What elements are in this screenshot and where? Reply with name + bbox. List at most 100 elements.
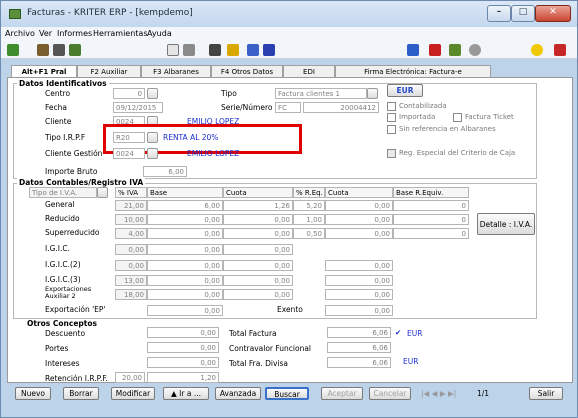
intereses-field[interactable]: 0,00: [147, 357, 219, 368]
preview-icon[interactable]: [167, 44, 179, 56]
tab-albaranes[interactable]: F3 Albaranes: [141, 65, 211, 77]
minimize-button[interactable]: –: [487, 5, 511, 22]
maximize-button[interactable]: □: [511, 5, 535, 22]
tab-edi[interactable]: EDI: [283, 65, 335, 77]
iva-cuota-req-cell[interactable]: 0,00: [325, 260, 393, 271]
descuento-field[interactable]: 0,00: [147, 327, 219, 338]
iva-pct-cell[interactable]: 13,00: [115, 275, 147, 286]
total-factura-field[interactable]: 6,06: [327, 327, 391, 338]
help-icon[interactable]: [531, 44, 543, 56]
menu-ayuda[interactable]: Ayuda: [147, 29, 172, 38]
iva-base-requiv-cell[interactable]: 0: [393, 228, 469, 239]
iva-base-requiv-cell[interactable]: 0: [393, 214, 469, 225]
importe-bruto-field[interactable]: 6,00: [143, 166, 187, 177]
iva-cuota-req-cell[interactable]: 0,00: [325, 228, 393, 239]
iva-cuota-req-cell[interactable]: 0,00: [325, 214, 393, 225]
iva-pct-cell[interactable]: 18,00: [115, 289, 147, 300]
iva-base-requiv-cell[interactable]: 0: [393, 200, 469, 211]
iva-cuota-cell[interactable]: 0,00: [223, 275, 293, 286]
iva-cuota-cell[interactable]: 1,26: [223, 200, 293, 211]
print-icon[interactable]: [183, 44, 195, 56]
spellcheck-icon[interactable]: [263, 44, 275, 56]
centro-lookup-button[interactable]: [147, 88, 158, 99]
tipo-dropdown-icon[interactable]: [367, 88, 378, 99]
iva-cuota-req-cell[interactable]: 0,00: [325, 200, 393, 211]
iva-cuota-cell[interactable]: 0,00: [223, 289, 293, 300]
reg-especial-checkbox[interactable]: [387, 149, 396, 158]
iva-cuota-cell[interactable]: 0,00: [223, 228, 293, 239]
iva-base-cell[interactable]: 0,00: [147, 260, 223, 271]
tipo-iva-select[interactable]: Tipo de I.V.A.: [29, 187, 97, 198]
buscar-button[interactable]: Buscar: [265, 387, 309, 400]
iva-req-cell[interactable]: 0,50: [293, 228, 325, 239]
retencion-value-field[interactable]: 1,20: [147, 372, 219, 383]
windows-icon[interactable]: [407, 44, 419, 56]
menu-herramientas[interactable]: Herramientas: [93, 29, 148, 38]
menu-archivo[interactable]: Archivo: [5, 29, 35, 38]
iva-base-cell[interactable]: 0,00: [147, 289, 223, 300]
iva-pct-cell[interactable]: 0,00: [115, 244, 147, 255]
iva-base-cell[interactable]: 0,00: [147, 244, 223, 255]
total-divisa-field[interactable]: 6,06: [327, 357, 391, 368]
iva-base-cell[interactable]: 0,00: [147, 305, 223, 316]
iva-cuota-cell[interactable]: 0,00: [223, 244, 293, 255]
iva-base-cell[interactable]: 0,00: [147, 214, 223, 225]
ir-a-button[interactable]: ▲ Ir a ...: [163, 387, 209, 400]
importada-checkbox[interactable]: [387, 113, 396, 122]
detalle-iva-button[interactable]: Detalle : I.V.A.: [477, 213, 535, 235]
tab-firma-electronica[interactable]: Firma Electrónica: Factura-e: [335, 65, 491, 77]
contravalor-field[interactable]: 6,06: [327, 342, 391, 353]
sin-referencia-checkbox[interactable]: [387, 125, 396, 134]
refresh-icon[interactable]: [7, 44, 19, 56]
avanzada-button[interactable]: Avanzada: [215, 387, 261, 400]
iva-req-cell[interactable]: 5,20: [293, 200, 325, 211]
cut-icon[interactable]: [53, 44, 65, 56]
serie-field[interactable]: FC: [275, 102, 301, 113]
fecha-field[interactable]: 09/12/2015: [113, 102, 163, 113]
cancelar-button[interactable]: Cancelar: [369, 387, 411, 400]
tab-auxiliar[interactable]: F2 Auxiliar: [77, 65, 141, 77]
tipo-select[interactable]: Factura clientes 1: [275, 88, 367, 99]
tipo-iva-dropdown-icon[interactable]: [97, 187, 108, 198]
close-button[interactable]: ✕: [535, 5, 571, 22]
nuevo-button[interactable]: Nuevo: [15, 387, 51, 400]
tools-icon[interactable]: [37, 44, 49, 56]
iva-pct-cell[interactable]: 21,00: [115, 200, 147, 211]
cliente-gestion-code-field[interactable]: 0024: [113, 148, 145, 159]
edit-icon[interactable]: [69, 44, 81, 56]
centro-field[interactable]: 0: [113, 88, 145, 99]
salir-button[interactable]: Salir: [529, 387, 563, 400]
menu-ver[interactable]: Ver: [39, 29, 52, 38]
iva-pct-cell[interactable]: 0,00: [115, 260, 147, 271]
numero-field[interactable]: 20004412: [303, 102, 379, 113]
exit-icon[interactable]: [554, 44, 566, 56]
record-navigator-icon[interactable]: |◀ ◀ ▶ ▶|: [421, 389, 456, 398]
iva-cuota-req-cell[interactable]: 0,00: [325, 275, 393, 286]
aceptar-button[interactable]: Aceptar: [321, 387, 363, 400]
plugin-icon[interactable]: [449, 44, 461, 56]
cliente-gestion-lookup-button[interactable]: [147, 148, 158, 159]
iva-cuota-cell[interactable]: 0,00: [223, 260, 293, 271]
tab-otros-datos[interactable]: F4 Otros Datos: [211, 65, 283, 77]
xml-icon[interactable]: [429, 44, 441, 56]
modificar-button[interactable]: Modificar: [111, 387, 155, 400]
borrar-button[interactable]: Borrar: [63, 387, 99, 400]
settings-icon[interactable]: [469, 44, 481, 56]
report-icon[interactable]: [209, 44, 221, 56]
iva-req-cell[interactable]: 1,00: [293, 214, 325, 225]
iva-base-cell[interactable]: 6,00: [147, 200, 223, 211]
factura-ticket-checkbox[interactable]: [453, 113, 462, 122]
iva-cuota-req-cell[interactable]: 0,00: [325, 289, 393, 300]
iva-cuota-cell[interactable]: 0,00: [223, 214, 293, 225]
portes-field[interactable]: 0,00: [147, 342, 219, 353]
iva-cuota-req-cell[interactable]: 0,00: [325, 305, 393, 316]
iva-pct-cell[interactable]: 4,00: [115, 228, 147, 239]
currency-button[interactable]: EUR: [387, 84, 423, 97]
folder-icon[interactable]: [227, 44, 239, 56]
iva-pct-cell[interactable]: 10,00: [115, 214, 147, 225]
contabilizada-checkbox[interactable]: [387, 102, 396, 111]
iva-base-cell[interactable]: 0,00: [147, 228, 223, 239]
email-icon[interactable]: [247, 44, 259, 56]
retencion-pct-field[interactable]: 20,00: [115, 372, 145, 383]
iva-base-cell[interactable]: 0,00: [147, 275, 223, 286]
